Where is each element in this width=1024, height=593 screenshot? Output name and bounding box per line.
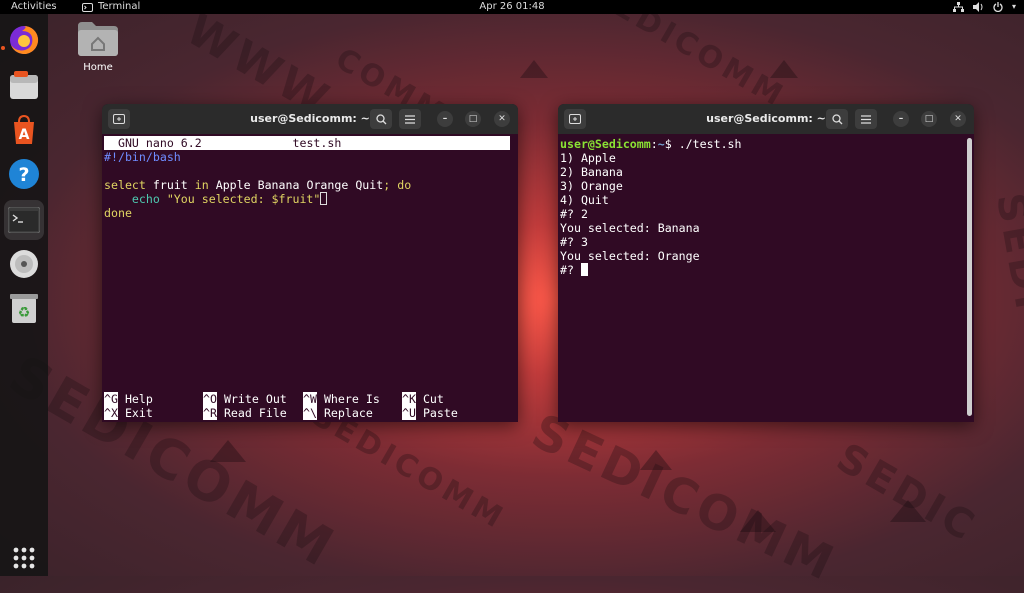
titlebar: user@Sedicomm: ~ – □ ✕: [558, 104, 974, 134]
code-line-3: select fruit in Apple Banana Orange Quit…: [104, 178, 411, 192]
keyword-select: select: [104, 178, 146, 192]
prompt-user: user@Sedicomm: [560, 137, 651, 151]
output-line: #? 2: [560, 207, 588, 221]
terminal-window-output: user@Sedicomm: ~ – □ ✕ user@Sedicomm:~$ …: [558, 104, 974, 422]
close-button[interactable]: ✕: [950, 111, 966, 127]
minimize-button[interactable]: –: [893, 111, 909, 127]
hamburger-icon: [405, 114, 415, 124]
semicolon: ;: [383, 178, 391, 192]
select-options: Apple Banana Orange Quit: [215, 178, 384, 192]
menu-button[interactable]: [855, 109, 877, 129]
close-icon: ✕: [954, 114, 962, 124]
command-line: user@Sedicomm:~$ ./test.sh: [560, 137, 742, 151]
keyword-in: in: [194, 178, 209, 192]
output-line: 2) Banana: [560, 165, 623, 179]
svg-text:♻: ♻: [18, 305, 31, 321]
volume-icon: [972, 2, 983, 12]
system-tray[interactable]: ▾: [952, 0, 1016, 14]
network-icon: [952, 2, 964, 12]
terminal-window-nano: user@Sedicomm: ~ – □ ✕ GNU nano 6.2 test…: [102, 104, 518, 422]
top-bar: Activities Terminal Apr 26 01:48 ▾: [0, 0, 1024, 14]
firefox-icon[interactable]: [4, 20, 44, 60]
select-prompt: #?: [560, 263, 581, 277]
power-icon: [993, 2, 1003, 12]
maximize-icon: □: [468, 114, 478, 124]
window-title: user@Sedicomm: ~: [250, 112, 370, 125]
variable-fruit: fruit: [152, 178, 188, 192]
code-line-4: echo "You selected: $fruit": [104, 192, 328, 206]
menu-button[interactable]: [399, 109, 421, 129]
help-icon[interactable]: ?: [4, 154, 44, 194]
minimize-icon: –: [898, 114, 904, 124]
shortcut-write-out[interactable]: ^O Write Out: [203, 392, 287, 406]
close-icon: ✕: [498, 114, 506, 124]
search-icon: [831, 113, 842, 124]
output-line: #? 3: [560, 235, 588, 249]
files-icon[interactable]: [4, 66, 44, 106]
output-line: 4) Quit: [560, 193, 609, 207]
show-apps-icon[interactable]: [4, 538, 44, 578]
search-icon: [375, 113, 386, 124]
app-center-icon[interactable]: A: [4, 110, 44, 150]
clock[interactable]: Apr 26 01:48: [0, 0, 1024, 14]
maximize-button[interactable]: □: [921, 111, 937, 127]
close-button[interactable]: ✕: [494, 111, 510, 127]
output-line: 3) Orange: [560, 179, 623, 193]
scrollbar[interactable]: [967, 138, 972, 416]
dock: A ? ♻: [0, 14, 48, 576]
shortcut-paste[interactable]: ^U Paste: [402, 406, 458, 420]
nano-editor[interactable]: GNU nano 6.2 test.sh #!/bin/bash select …: [102, 134, 518, 422]
final-prompt-line: #?: [560, 263, 588, 277]
command-text: ./test.sh: [678, 137, 742, 151]
shortcut-where-is[interactable]: ^W Where Is: [303, 392, 380, 406]
prompt-dollar: $: [664, 137, 672, 151]
search-button[interactable]: [370, 109, 392, 129]
nano-filename: test.sh: [292, 136, 342, 150]
output-line: You selected: Orange: [560, 249, 700, 263]
terminal-output[interactable]: user@Sedicomm:~$ ./test.sh 1) Apple 2) B…: [558, 134, 974, 422]
trash-icon[interactable]: ♻: [4, 288, 44, 328]
keyword-echo: echo: [131, 192, 160, 206]
output-line: 1) Apple: [560, 151, 616, 165]
desktop-home-icon[interactable]: Home: [76, 22, 120, 73]
shortcut-read-file[interactable]: ^R Read File: [203, 406, 287, 420]
terminal-icon[interactable]: [4, 200, 44, 240]
titlebar: user@Sedicomm: ~ – □ ✕: [102, 104, 518, 134]
code-line-5: done: [104, 206, 132, 220]
home-folder-icon: [78, 22, 118, 56]
hamburger-icon: [861, 114, 871, 124]
svg-text:?: ?: [18, 164, 29, 186]
output-line: You selected: Banana: [560, 221, 700, 235]
minimize-icon: –: [442, 114, 448, 124]
echo-string: "You selected: $fruit": [166, 192, 321, 206]
minimize-button[interactable]: –: [437, 111, 453, 127]
prompt-path: ~: [657, 137, 665, 151]
shortcut-replace[interactable]: ^\ Replace: [303, 406, 373, 420]
window-title: user@Sedicomm: ~: [706, 112, 826, 125]
nano-header: GNU nano 6.2 test.sh: [104, 136, 510, 150]
text-cursor: [320, 192, 328, 205]
maximize-icon: □: [924, 114, 934, 124]
svg-text:A: A: [19, 127, 30, 143]
shortcut-exit[interactable]: ^X Exit: [104, 406, 153, 420]
code-line-1: #!/bin/bash: [104, 150, 181, 164]
search-button[interactable]: [826, 109, 848, 129]
shortcut-cut[interactable]: ^K Cut: [402, 392, 444, 406]
maximize-button[interactable]: □: [465, 111, 481, 127]
shortcut-help[interactable]: ^G Help: [104, 392, 153, 406]
keyword-do: do: [397, 178, 412, 192]
terminal-cursor: [580, 263, 588, 276]
nano-version: GNU nano 6.2: [117, 136, 202, 150]
disc-icon[interactable]: [4, 244, 44, 284]
prompt-colon: :: [650, 137, 658, 151]
chevron-down-icon: ▾: [1011, 2, 1016, 11]
home-label: Home: [83, 62, 113, 73]
